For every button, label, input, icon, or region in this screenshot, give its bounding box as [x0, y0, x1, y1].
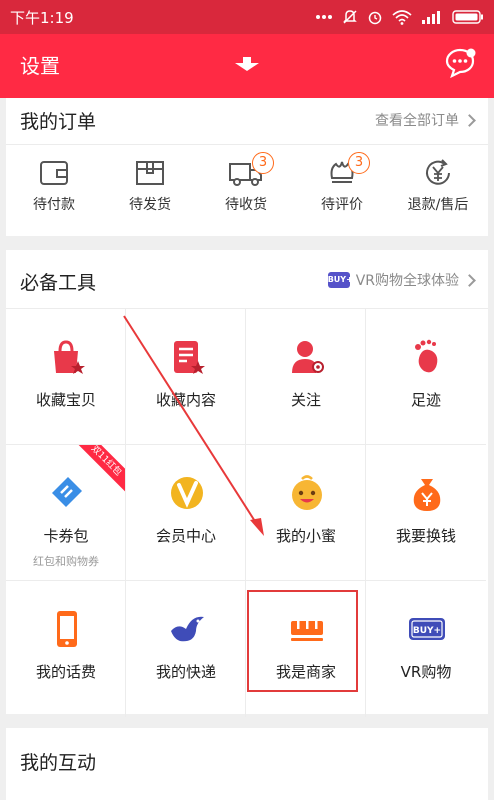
- interact-panel: 我的互动: [6, 728, 488, 800]
- screen: 下午1:19 设置 我的订单 查看全部订单 待付款 待发货 待收货 3 待评价 …: [0, 0, 494, 800]
- annotation-arrow: [123, 315, 264, 536]
- interact-title: 我的互动: [20, 752, 97, 774]
